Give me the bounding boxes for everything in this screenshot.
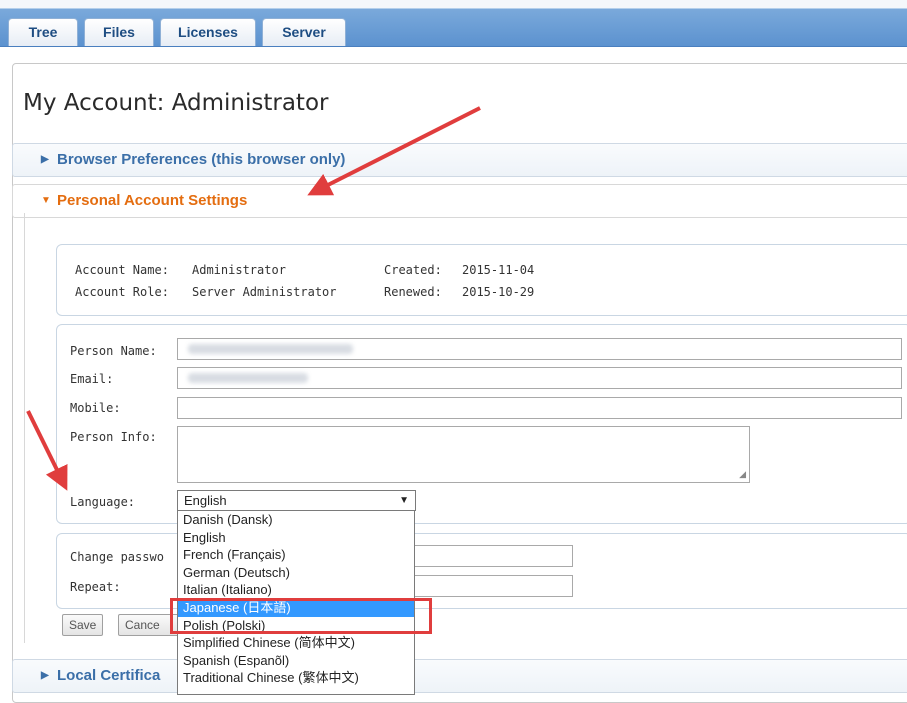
local-certificates-label: Local Certifica	[57, 667, 161, 684]
mobile-label: Mobile:	[70, 401, 121, 415]
account-info-box: Account Name: Administrator Account Role…	[56, 244, 907, 316]
change-password-input[interactable]	[400, 545, 573, 567]
tab-server[interactable]: Server	[262, 18, 346, 46]
person-info-textarea[interactable]: ◢	[177, 426, 750, 483]
save-button[interactable]: Save	[62, 614, 104, 636]
language-option-italian[interactable]: Italian (Italiano)	[178, 581, 414, 599]
account-role-value: Server Administrator	[192, 285, 337, 299]
language-option-english[interactable]: English	[178, 529, 414, 547]
account-name-label: Account Name:	[75, 263, 169, 277]
person-name-input[interactable]	[177, 338, 902, 360]
language-selected-value: English	[184, 493, 227, 508]
personal-account-settings-label: Personal Account Settings	[57, 192, 248, 209]
blurred-email-text	[188, 373, 308, 383]
repeat-password-label: Repeat:	[70, 580, 121, 594]
triangle-right-icon: ▶	[41, 154, 49, 165]
renewed-label: Renewed:	[384, 285, 442, 299]
top-tab-bar: Tree Files Licenses Server	[0, 0, 907, 47]
account-name-value: Administrator	[192, 263, 286, 277]
tab-files[interactable]: Files	[84, 18, 154, 46]
language-label: Language:	[70, 495, 136, 509]
annotation-highlight-box	[170, 598, 432, 634]
created-label: Created:	[384, 263, 442, 277]
language-option-french[interactable]: French (Français)	[178, 546, 414, 564]
browser-preferences-label: Browser Preferences (this browser only)	[57, 151, 346, 168]
language-select[interactable]: English ▼	[177, 490, 416, 511]
language-option-spanish[interactable]: Spanish (Espanõl)	[178, 652, 414, 670]
person-name-label: Person Name:	[70, 344, 157, 358]
blurred-name-text	[188, 344, 353, 354]
email-input[interactable]	[177, 367, 902, 389]
language-option-simplified-chinese[interactable]: Simplified Chinese (简体中文)	[178, 634, 414, 652]
dropdown-arrow-icon: ▼	[399, 495, 409, 506]
tab-licenses[interactable]: Licenses	[160, 18, 256, 46]
language-option-german[interactable]: German (Deutsch)	[178, 564, 414, 582]
tab-bar-top-strip	[0, 0, 907, 8]
renewed-value: 2015-10-29	[462, 285, 535, 299]
email-label: Email:	[70, 372, 114, 386]
browser-preferences-header[interactable]: ▶ Browser Preferences (this browser only…	[12, 143, 907, 177]
person-info-label: Person Info:	[70, 430, 157, 444]
resize-handle-icon[interactable]: ◢	[739, 470, 746, 480]
mobile-input[interactable]	[177, 397, 902, 419]
repeat-password-input[interactable]	[400, 575, 573, 597]
tab-tree[interactable]: Tree	[8, 18, 78, 46]
local-certificates-header[interactable]: ▶ Local Certifica	[12, 659, 907, 693]
change-password-label: Change passwo	[70, 550, 164, 564]
account-role-label: Account Role:	[75, 285, 169, 299]
page-title: My Account: Administrator	[23, 90, 329, 116]
created-value: 2015-11-04	[462, 263, 535, 277]
language-option-traditional-chinese[interactable]: Traditional Chinese (繁体中文)	[178, 669, 414, 687]
language-option-danish[interactable]: Danish (Dansk)	[178, 511, 414, 529]
triangle-right-icon: ▶	[41, 670, 49, 681]
